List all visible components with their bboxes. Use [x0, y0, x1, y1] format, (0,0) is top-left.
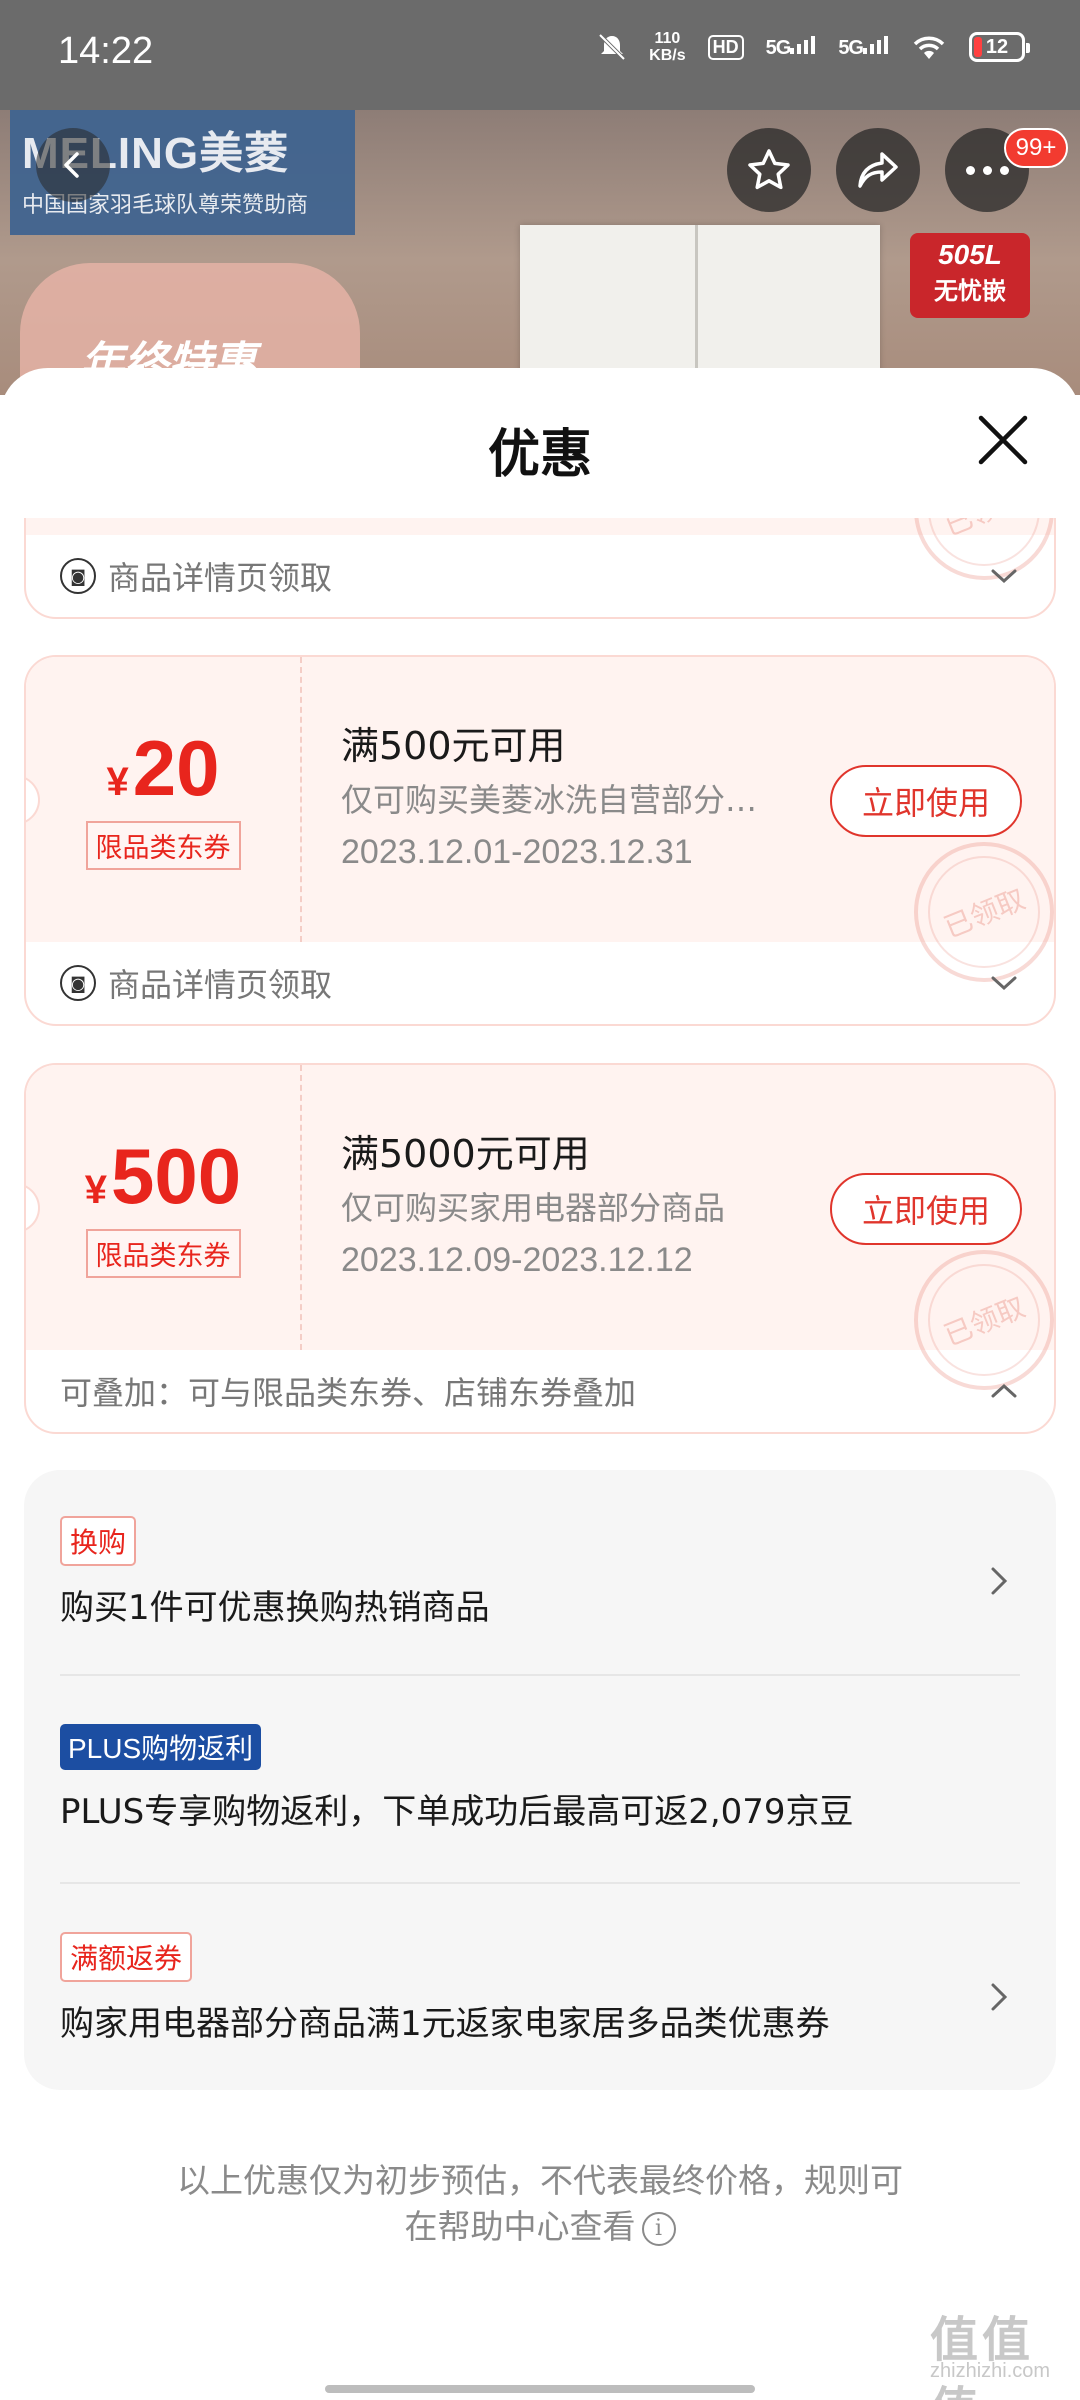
close-icon — [978, 415, 1028, 465]
divider — [60, 1882, 1020, 1884]
discount-sheet: 优惠 已领取 ◙ 商品详情页领取 ¥20 限品类东券 满500元可用 — [0, 368, 1080, 2400]
favorite-button[interactable] — [727, 128, 811, 212]
coupon-card: 已领取 ◙ 商品详情页领取 — [24, 518, 1056, 619]
promo-item-swap[interactable]: 换购 购买1件可优惠换购热销商品 — [60, 1516, 1020, 1629]
coupon-card: ¥20 限品类东券 满500元可用 仅可购买美菱冰洗自营部分商品 2023.12… — [24, 655, 1056, 1026]
coupon-type-tag: 限品类东券 — [85, 821, 241, 870]
promo-badge: PLUS购物返利 — [60, 1724, 262, 1770]
message-count-badge: 99+ — [1004, 128, 1068, 168]
star-icon — [748, 149, 790, 190]
sheet-title: 优惠 — [487, 425, 592, 485]
watermark: 值值值 — [930, 2312, 1035, 2400]
more-icon — [965, 165, 1009, 175]
hd-icon: HD — [707, 34, 744, 60]
coupon-amount: ¥20 — [106, 724, 220, 812]
coupon-condition: 满5000元可用 — [341, 1132, 590, 1176]
disclaimer-line-1: 以上优惠仅为初步预估，不代表最终价格，规则可 — [177, 2161, 903, 2200]
share-button[interactable] — [836, 128, 920, 212]
coupon-condition: 满500元可用 — [341, 724, 566, 768]
chevron-down-icon — [991, 976, 1017, 991]
coupon-amount: ¥500 — [84, 1132, 242, 1220]
coupon-scope: 仅可购买家用电器部分商品 — [341, 1189, 726, 1227]
disclaimer-line-2: 在帮助中心查看 i — [130, 2204, 950, 2250]
divider — [60, 1674, 1020, 1676]
promo-item-return[interactable]: 满额返券 购家用电器部分商品满1元返家电家居多品类优惠券 — [60, 1932, 1020, 2045]
capacity-sticker: 505L 无忧嵌 — [910, 233, 1030, 318]
promo-badge: 换购 — [60, 1516, 137, 1566]
coupon-stack-text: 可叠加：可与限品类东券、店铺东券叠加 — [60, 1374, 637, 1412]
disclaimer: 以上优惠仅为初步预估，不代表最终价格，规则可 在帮助中心查看 i — [130, 2158, 950, 2250]
promotions-card: 换购 购买1件可优惠换购热销商品 PLUS购物返利 PLUS专享购物返利，下单成… — [24, 1470, 1056, 2090]
battery-icon: 12 — [969, 32, 1030, 62]
signal-5g-icon: 5G — [766, 34, 817, 60]
coupon-amount-area: ¥20 限品类东券 — [26, 657, 302, 942]
coupon-footer[interactable]: ◙ 商品详情页领取 — [26, 535, 1054, 617]
coupon-validity: 2023.12.09-2023.12.12 — [341, 1241, 693, 1279]
status-icons: 110 KB/s HD 5G 5G 12 — [597, 30, 1030, 64]
chevron-up-icon — [991, 1383, 1017, 1398]
discount-list[interactable]: 已领取 ◙ 商品详情页领取 ¥20 限品类东券 满500元可用 仅可购买美菱冰洗… — [0, 518, 1080, 2400]
promo-text: 购买1件可优惠换购热销商品 — [60, 1588, 490, 1628]
status-time: 14:22 — [58, 30, 154, 72]
coupon-footer-text: 商品详情页领取 — [108, 559, 333, 597]
chevron-right-icon — [991, 1567, 1008, 1595]
coupon-footer[interactable]: 可叠加：可与限品类东券、店铺东券叠加 — [26, 1350, 1054, 1432]
promo-text: PLUS专享购物返利，下单成功后最高可返2,079京豆 — [60, 1792, 854, 1832]
promo-item-plus: PLUS购物返利 PLUS专享购物返利，下单成功后最高可返2,079京豆 — [60, 1724, 1020, 1833]
status-bar: 14:22 110 KB/s HD 5G 5G 12 — [0, 0, 1080, 110]
promo-text: 购家用电器部分商品满1元返家电家居多品类优惠券 — [60, 2004, 830, 2044]
chevron-down-icon — [991, 569, 1017, 584]
home-indicator[interactable] — [325, 2385, 755, 2393]
net-speed: 110 KB/s — [649, 30, 686, 64]
coupon-scope: 仅可购买美菱冰洗自营部分商品 — [341, 781, 781, 819]
coupon-card: ¥500 限品类东券 满5000元可用 仅可购买家用电器部分商品 2023.12… — [24, 1063, 1056, 1434]
watermark-url: zhizhizhi.com — [930, 2360, 1051, 2382]
use-now-button[interactable]: 立即使用 — [830, 1173, 1022, 1245]
coupon-validity: 2023.12.01-2023.12.31 — [341, 833, 693, 871]
promo-badge: 满额返券 — [60, 1932, 193, 1982]
share-icon — [858, 152, 898, 188]
coupon-footer[interactable]: ◙ 商品详情页领取 — [26, 942, 1054, 1024]
product-hero-image: MELING美菱 中国国家羽毛球队尊荣赞助商 年终特惠 505L 无忧嵌 — [0, 95, 1080, 395]
wifi-icon — [913, 36, 945, 59]
coupon-amount-area: ¥500 限品类东券 — [26, 1065, 302, 1350]
back-arrow-icon — [64, 152, 79, 178]
close-button[interactable] — [975, 412, 1031, 468]
chevron-right-icon — [991, 1983, 1008, 2011]
use-now-button[interactable]: 立即使用 — [830, 765, 1022, 837]
info-icon[interactable]: i — [641, 2211, 676, 2246]
signal-5g-icon-2: 5G — [838, 34, 889, 60]
ticket-icon: ◙ — [60, 558, 96, 594]
ticket-icon: ◙ — [60, 965, 96, 1001]
coupon-type-tag: 限品类东券 — [85, 1229, 241, 1278]
back-button[interactable] — [36, 128, 110, 202]
coupon-footer-text: 商品详情页领取 — [108, 966, 333, 1004]
mute-bell-icon — [598, 33, 626, 61]
